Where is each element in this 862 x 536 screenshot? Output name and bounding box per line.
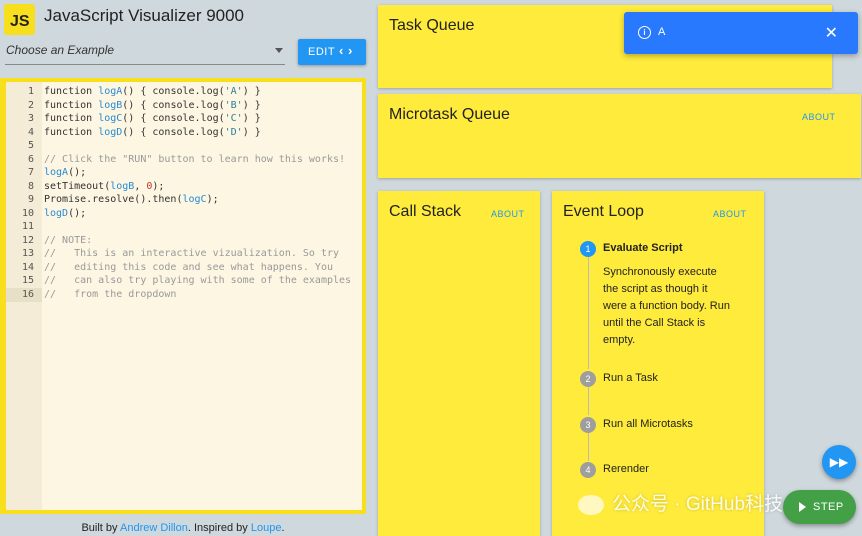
step-4-number: 4 (580, 462, 596, 478)
call-stack-panel: Call Stack ABOUT (378, 191, 540, 536)
code-line[interactable]: 9 Promise.resolve().then(logC); (6, 193, 362, 207)
line-number: 9 (27, 194, 34, 205)
line-number: 7 (27, 167, 34, 178)
microtask-queue-title: Microtask Queue (389, 106, 510, 123)
call-stack-about-link[interactable]: ABOUT (491, 209, 525, 219)
line-number: 13 (21, 248, 34, 259)
code-line[interactable]: 3 function logC() { console.log('C') } (6, 112, 362, 126)
line-number: 6 (27, 153, 34, 165)
line-number: 3 (27, 113, 34, 124)
code-line[interactable]: 14 // editing this code and see what happ… (6, 261, 362, 275)
line-number: 1 (27, 86, 34, 97)
step-button-label: STEP (813, 501, 844, 513)
microtask-about-link[interactable]: ABOUT (802, 112, 836, 122)
code-text: function logC() { console.log('C') } (44, 113, 261, 124)
app-title: JavaScript Visualizer 9000 (44, 6, 245, 25)
edit-button[interactable]: EDIT ‹ › (298, 39, 366, 65)
line-number: 10 (21, 207, 34, 219)
line-number: 14 (21, 261, 34, 273)
code-line[interactable]: 2 function logB() { console.log('B') } (6, 99, 362, 113)
step-connector (588, 387, 589, 415)
call-stack-title: Call Stack (389, 203, 462, 220)
event-loop-title: Event Loop (563, 203, 644, 220)
edit-button-label: EDIT (308, 46, 336, 58)
js-logo: JS (4, 4, 35, 35)
step-1-description: Synchronously execute the script as thou… (603, 266, 730, 346)
code-line[interactable]: 16// from the dropdown (6, 287, 362, 302)
code-line[interactable]: 1 function logA() { console.log('A') } (6, 85, 362, 99)
code-text: logA(); (44, 167, 87, 178)
code-line[interactable]: 7 logA(); (6, 166, 362, 180)
step-1-label: Evaluate Script (603, 242, 683, 254)
code-text: // editing this code and see what happen… (44, 261, 333, 273)
code-icon: ‹ › (339, 43, 353, 58)
task-queue-title: Task Queue (389, 17, 475, 34)
code-text: // Click the "RUN" button to learn how t… (44, 153, 346, 165)
code-text: Promise.resolve().then(logC); (44, 194, 219, 205)
code-text: // This is an interactive vizualization.… (44, 248, 340, 259)
line-number: 4 (27, 126, 34, 138)
code-line[interactable]: 12 // NOTE: (6, 234, 362, 248)
step-2-number: 2 (580, 371, 596, 387)
left-pane: JS JavaScript Visualizer 9000 Choose an … (0, 0, 372, 536)
code-text: function logD() { console.log('D') } (44, 126, 261, 138)
code-text: logD(); (44, 207, 87, 219)
toast-message: A (658, 26, 666, 38)
example-select[interactable]: Choose an Example (5, 38, 285, 65)
line-number: 5 (27, 140, 34, 151)
step-connector (588, 257, 589, 369)
wechat-icon (578, 494, 604, 515)
code-line[interactable]: 6 // Click the "RUN" button to learn how … (6, 153, 362, 167)
watermark: 公众号 · GitHub科技 (578, 489, 783, 516)
footer-suffix: . (281, 522, 285, 534)
toast-notification: i A ✕ (624, 12, 858, 54)
code-line[interactable]: 10 logD(); (6, 207, 362, 221)
microtask-queue-panel: Microtask Queue ABOUT (378, 94, 861, 178)
play-icon (799, 502, 806, 512)
code-line[interactable]: 5 (6, 139, 362, 153)
line-number: 12 (21, 234, 34, 246)
logo-text: JS (10, 13, 30, 30)
code-line[interactable]: 4 function logD() { console.log('D') } (6, 126, 362, 140)
event-loop-about-link[interactable]: ABOUT (713, 209, 747, 219)
step-button[interactable]: STEP (783, 490, 856, 524)
close-icon[interactable]: ✕ (825, 23, 838, 43)
fast-forward-icon: ▶▶ (829, 455, 849, 469)
code-line[interactable]: 13 // This is an interactive vizualizatio… (6, 247, 362, 261)
event-loop-panel: Event Loop ABOUT 1 Evaluate Script Synch… (552, 191, 764, 536)
step-3-number: 3 (580, 417, 596, 433)
footer-middle: . Inspired by (187, 522, 251, 534)
step-3-label: Run all Microtasks (603, 418, 693, 430)
step-4-label: Rerender (603, 463, 649, 475)
fast-forward-button[interactable]: ▶▶ (822, 445, 856, 479)
code-text: setTimeout(logB, 0); (44, 180, 165, 192)
code-text: // can also try playing with some of the… (44, 275, 352, 286)
info-icon: i (638, 26, 651, 39)
line-number: 11 (21, 221, 34, 232)
line-number: 15 (21, 275, 34, 286)
footer-prefix: Built by (81, 522, 120, 534)
code-line[interactable]: 15 // can also try playing with some of t… (6, 274, 362, 288)
code-text: // from the dropdown (44, 288, 177, 300)
line-number: 2 (27, 99, 34, 111)
line-number: 8 (27, 180, 34, 192)
watermark-text: 公众号 · GitHub科技 (612, 494, 784, 515)
step-2-label: Run a Task (603, 372, 658, 384)
author-link[interactable]: Andrew Dillon (120, 522, 188, 534)
code-line[interactable]: 8 setTimeout(logB, 0); (6, 180, 362, 194)
code-editor[interactable]: 1 function logA() { console.log('A') } 2 fu… (0, 78, 366, 514)
loupe-link[interactable]: Loupe (251, 522, 282, 534)
footer: Built by Andrew Dillon. Inspired by Loup… (0, 522, 366, 534)
code-text: function logA() { console.log('A') } (44, 86, 261, 97)
code-text: function logB() { console.log('B') } (44, 99, 261, 111)
code-text: // NOTE: (44, 234, 93, 246)
line-number: 16 (6, 287, 42, 302)
code-line[interactable]: 11 (6, 220, 362, 234)
example-select-value: Choose an Example (6, 43, 115, 57)
step-connector (588, 433, 589, 461)
code-editor-body[interactable]: 1 function logA() { console.log('A') } 2 fu… (6, 82, 362, 510)
caret-down-icon (275, 48, 283, 53)
step-1-number: 1 (580, 241, 596, 257)
